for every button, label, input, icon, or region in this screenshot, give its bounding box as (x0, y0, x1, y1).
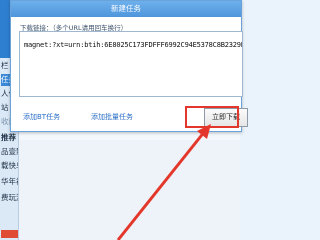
sidebar-item-media[interactable]: 品壹影音 (1, 146, 18, 158)
dialog-title: 新建任务 (11, 1, 241, 17)
add-batch-task-link[interactable]: 添加批量任务 (91, 112, 133, 122)
download-link-input[interactable]: magnet:?xt=urn:btih:6E8025C173FDFFF6992C… (19, 31, 243, 97)
download-button-highlight (185, 106, 239, 128)
task-list-area (19, 140, 240, 240)
sidebar-item-welfare[interactable]: 华年福利 (1, 176, 18, 188)
sidebar-item-download-bird[interactable]: 载快鸟 (1, 160, 18, 172)
sidebar-section-recommend: 推荐 (1, 133, 16, 142)
magnet-link-value: magnet:?xt=urn:btih:6E8025C173FDFFF6992C… (24, 41, 243, 49)
sidebar-item-promo[interactable] (1, 230, 18, 238)
add-bt-task-link[interactable]: 添加BT任务 (23, 112, 60, 122)
sidebar-item-free-games[interactable]: 费玩游戏 (1, 192, 18, 204)
